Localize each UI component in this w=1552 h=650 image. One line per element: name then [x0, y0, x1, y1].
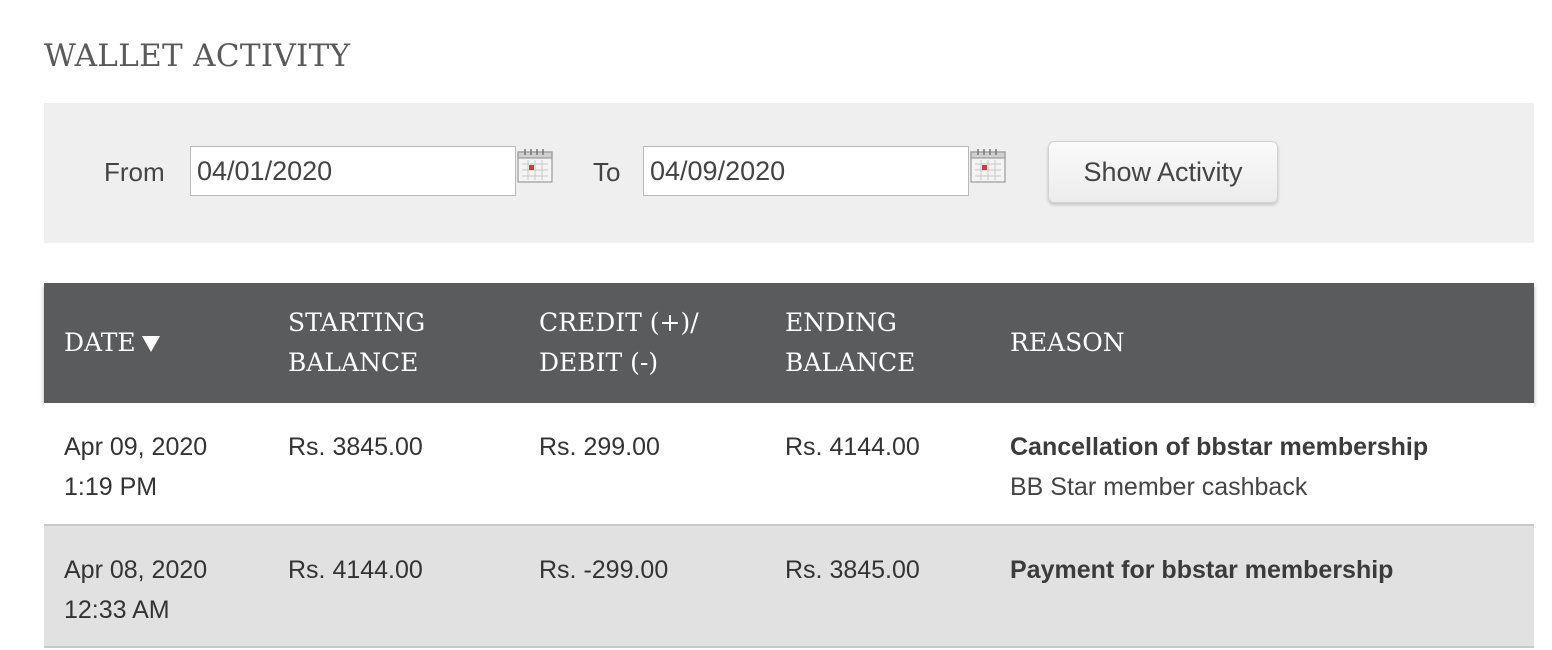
cell-ending-balance: Rs. 4144.00	[765, 403, 990, 526]
header-date[interactable]: DATE	[44, 283, 268, 403]
header-date-label: DATE	[64, 328, 136, 357]
row-time: 12:33 AM	[64, 596, 170, 624]
reason-title: Cancellation of bbstar membership	[1010, 433, 1429, 461]
header-line: BALANCE	[785, 348, 916, 377]
reason-title: Payment for bbstar membership	[1010, 556, 1394, 584]
table-row: Apr 09, 2020 1:19 PM Rs. 3845.00 Rs. 299…	[44, 403, 1534, 526]
from-label: From	[104, 157, 165, 187]
cell-date: Apr 08, 2020 12:33 AM	[44, 525, 268, 648]
cell-starting-balance: Rs. 3845.00	[268, 403, 519, 526]
page-title: WALLET ACTIVITY	[44, 38, 351, 74]
row-time: 1:19 PM	[64, 473, 158, 501]
header-starting-balance: STARTING BALANCE	[268, 283, 519, 403]
cell-starting-balance: Rs. 4144.00	[268, 525, 519, 648]
show-activity-button[interactable]: Show Activity	[1048, 141, 1278, 203]
row-date: Apr 09, 2020	[64, 433, 208, 461]
header-line: STARTING	[288, 308, 426, 337]
header-line: REASON	[1010, 328, 1125, 357]
date-filter-bar: From To Show Activity	[44, 103, 1534, 243]
header-line: CREDIT (+)/	[539, 308, 699, 337]
table-header-row: DATE STARTING BALANCE CREDIT (+)/ DEBIT …	[44, 283, 1534, 403]
to-date-input[interactable]	[643, 146, 969, 196]
cell-credit-debit: Rs. -299.00	[519, 525, 765, 648]
calendar-icon[interactable]	[517, 147, 553, 183]
reason-detail: BB Star member cashback	[1010, 473, 1308, 501]
calendar-icon[interactable]	[970, 147, 1006, 183]
cell-date: Apr 09, 2020 1:19 PM	[44, 403, 268, 526]
cell-ending-balance: Rs. 3845.00	[765, 525, 990, 648]
row-date: Apr 08, 2020	[64, 556, 208, 584]
header-credit-debit: CREDIT (+)/ DEBIT (-)	[519, 283, 765, 403]
to-label: To	[593, 157, 621, 187]
table-row: Apr 08, 2020 12:33 AM Rs. 4144.00 Rs. -2…	[44, 525, 1534, 648]
header-reason: REASON	[990, 283, 1534, 403]
sort-down-icon[interactable]	[141, 336, 160, 352]
wallet-activity-table: DATE STARTING BALANCE CREDIT (+)/ DEBIT …	[44, 283, 1534, 648]
header-line: BALANCE	[288, 348, 419, 377]
cell-reason: Payment for bbstar membership	[990, 525, 1534, 648]
cell-reason: Cancellation of bbstar membership BB Sta…	[990, 403, 1534, 526]
cell-credit-debit: Rs. 299.00	[519, 403, 765, 526]
header-line: ENDING	[785, 308, 897, 337]
header-line: DEBIT (-)	[539, 348, 659, 377]
header-ending-balance: ENDING BALANCE	[765, 283, 990, 403]
from-date-input[interactable]	[190, 146, 516, 196]
